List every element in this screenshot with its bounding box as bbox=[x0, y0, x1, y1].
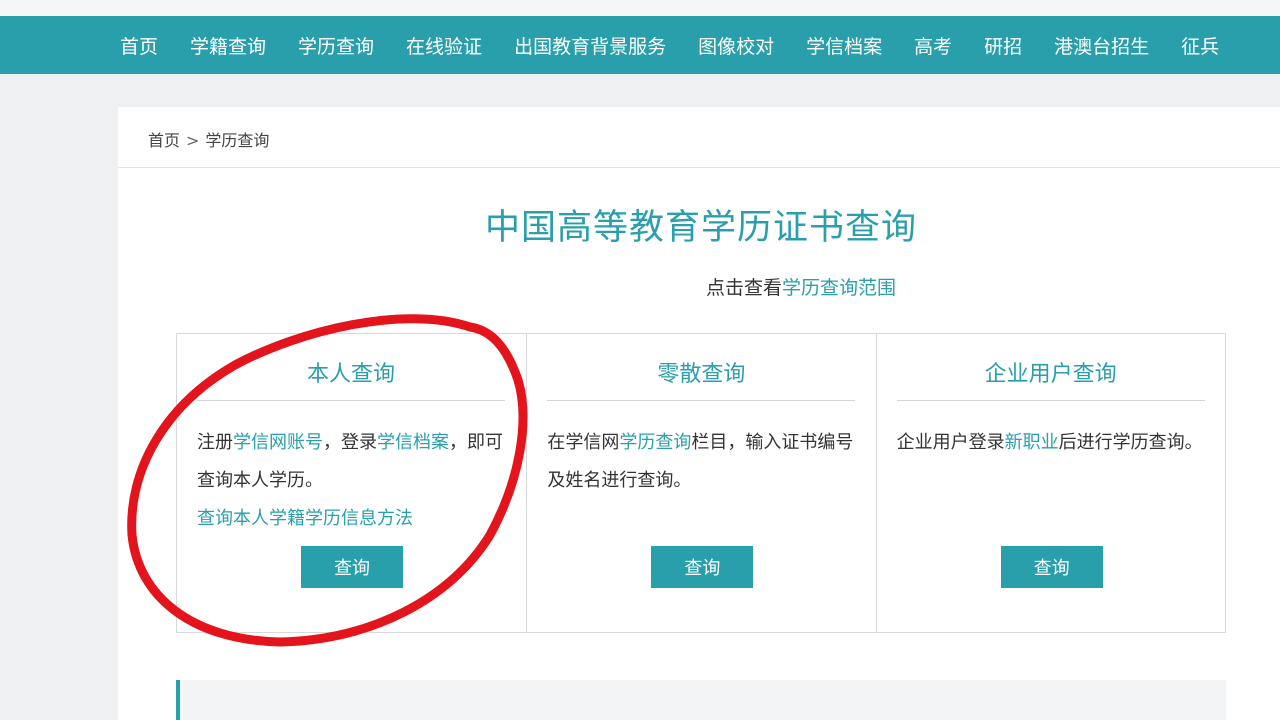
nav-item-hmt-admission[interactable]: 港澳台招生 bbox=[1054, 32, 1149, 59]
chsi-account-link[interactable]: 学信网账号 bbox=[233, 432, 323, 453]
nav-item-status-query[interactable]: 学籍查询 bbox=[190, 32, 266, 59]
query-scope-prefix: 点击查看 bbox=[705, 277, 782, 299]
individual-query-button[interactable]: 查询 bbox=[651, 546, 754, 588]
chsi-archive-link[interactable]: 学信档案 bbox=[377, 432, 449, 453]
description-text: 后进行学历查询。 bbox=[1058, 432, 1203, 453]
browser-top-strip bbox=[0, 0, 1280, 16]
content-card: 首页 > 学历查询 中国高等教育学历证书查询 点击查看学历查询范围 本人查询 注册学… bbox=[118, 107, 1280, 720]
nav-item-conscription[interactable]: 征兵 bbox=[1181, 32, 1219, 59]
description-text: 注册 bbox=[197, 432, 233, 453]
option-enterprise-query: 企业用户查询 企业用户登录新职业后进行学历查询。 查询 bbox=[875, 334, 1225, 632]
query-options: 本人查询 注册学信网账号，登录学信档案，即可查询本人学历。 查询本人学籍学历信息… bbox=[176, 333, 1226, 633]
option-description: 在学信网学历查询栏目，输入证书编号及姓名进行查询。 bbox=[547, 424, 857, 500]
top-navbar: 首页 学籍查询 学历查询 在线验证 出国教育背景服务 图像校对 学信档案 高考 … bbox=[0, 16, 1280, 74]
nav-item-degree-query[interactable]: 学历查询 bbox=[298, 32, 374, 59]
breadcrumb-divider bbox=[118, 167, 1280, 168]
nav-items: 首页 学籍查询 学历查询 在线验证 出国教育背景服务 图像校对 学信档案 高考 … bbox=[120, 16, 1251, 74]
option-title: 本人查询 bbox=[197, 356, 505, 401]
nav-item-image-proofing[interactable]: 图像校对 bbox=[698, 32, 774, 59]
nav-item-overseas-service[interactable]: 出国教育背景服务 bbox=[514, 32, 666, 59]
page-title: 中国高等教育学历证书查询 bbox=[484, 208, 917, 248]
description-text: ，登录 bbox=[323, 432, 377, 453]
option-title: 企业用户查询 bbox=[896, 356, 1205, 401]
option-description: 企业用户登录新职业后进行学历查询。 bbox=[897, 424, 1207, 462]
nav-item-online-verify[interactable]: 在线验证 bbox=[406, 32, 482, 59]
nav-item-graduate[interactable]: 研招 bbox=[984, 32, 1022, 59]
option-self-query: 本人查询 注册学信网账号，登录学信档案，即可查询本人学历。 查询本人学籍学历信息… bbox=[177, 334, 526, 632]
new-career-link[interactable]: 新职业 bbox=[1005, 432, 1059, 453]
page: 首页 学籍查询 学历查询 在线验证 出国教育背景服务 图像校对 学信档案 高考 … bbox=[0, 0, 1280, 720]
query-scope-line: 点击查看学历查询范围 bbox=[118, 273, 1280, 300]
self-query-method-link[interactable]: 查询本人学籍学历信息方法 bbox=[197, 508, 413, 529]
nav-item-gaokao[interactable]: 高考 bbox=[914, 32, 952, 59]
breadcrumb-current: 学历查询 bbox=[205, 131, 270, 150]
nav-item-archive[interactable]: 学信档案 bbox=[806, 32, 882, 59]
option-description: 注册学信网账号，登录学信档案，即可查询本人学历。 查询本人学籍学历信息方法 bbox=[197, 424, 507, 538]
description-text: 企业用户登录 bbox=[896, 432, 1005, 453]
query-scope-link[interactable]: 学历查询范围 bbox=[782, 277, 896, 299]
breadcrumb-separator: > bbox=[186, 131, 200, 150]
breadcrumb-home-link[interactable]: 首页 bbox=[148, 131, 180, 150]
description-text: 在学信网 bbox=[547, 432, 620, 453]
breadcrumb: 首页 > 学历查询 bbox=[148, 127, 269, 151]
bottom-info-panel bbox=[176, 680, 1226, 720]
enterprise-query-button[interactable]: 查询 bbox=[1000, 546, 1103, 588]
nav-item-home[interactable]: 首页 bbox=[120, 32, 158, 59]
degree-query-link[interactable]: 学历查询 bbox=[619, 432, 691, 453]
option-title: 零散查询 bbox=[547, 356, 856, 401]
option-individual-query: 零散查询 在学信网学历查询栏目，输入证书编号及姓名进行查询。 查询 bbox=[526, 334, 875, 632]
self-query-button[interactable]: 查询 bbox=[301, 546, 403, 588]
